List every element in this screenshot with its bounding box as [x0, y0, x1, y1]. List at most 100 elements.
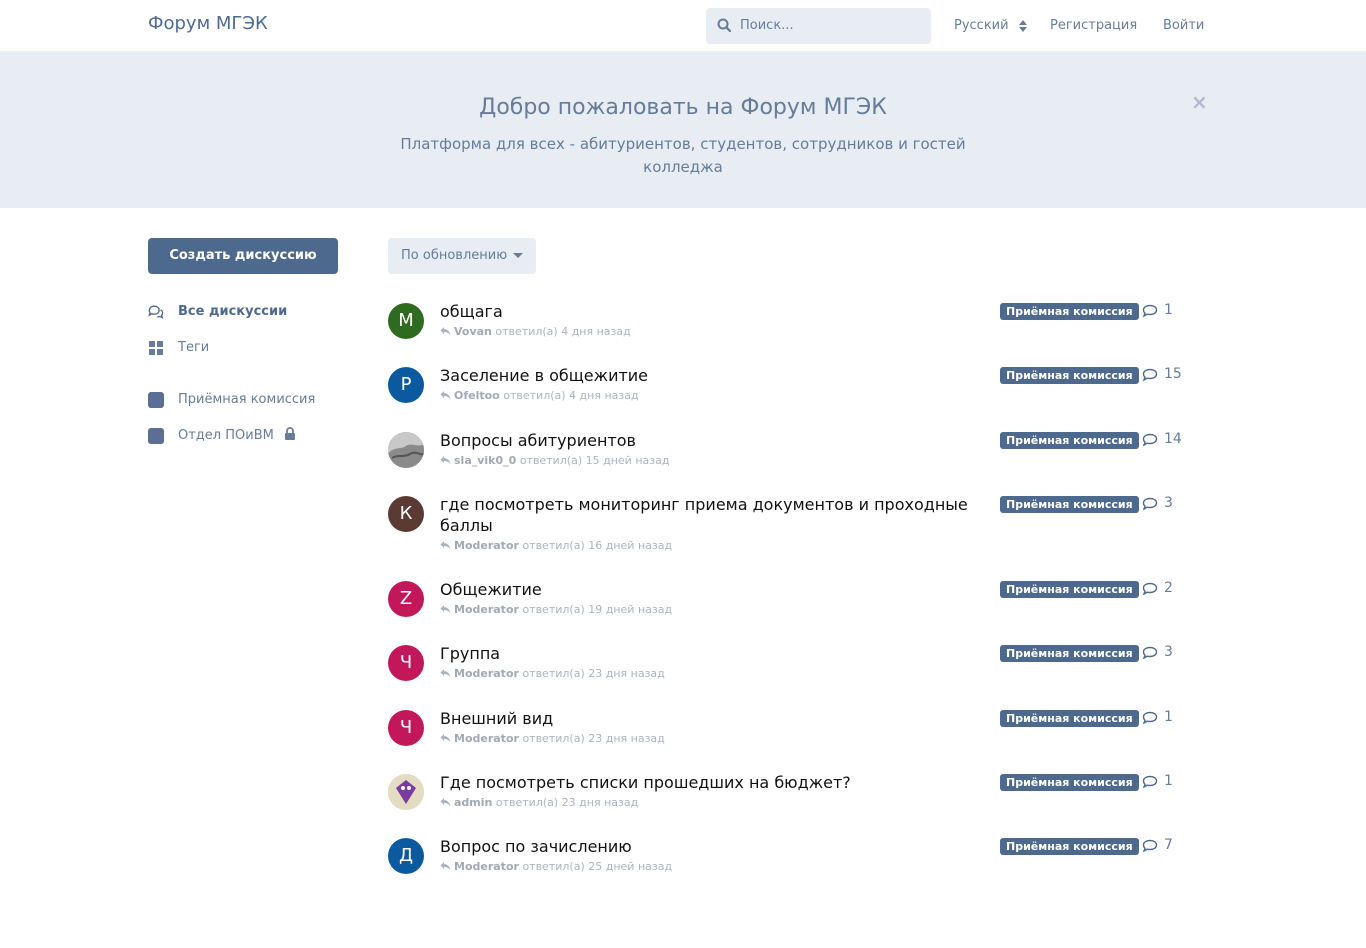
reply-count-number: 3 [1164, 644, 1173, 660]
reply-icon [440, 456, 451, 465]
discussion-item[interactable]: P Заселение в общежитие Ofeltoo ответил(а)… [388, 365, 1206, 415]
avatar[interactable]: Д [388, 838, 424, 874]
discussion-title[interactable]: Внешний вид [440, 708, 980, 729]
discussion-time: ответил(а) 23 дня назад [495, 796, 639, 809]
comment-icon [1142, 839, 1158, 853]
reply-count-number: 2 [1164, 580, 1173, 596]
discussion-time: ответил(а) 4 дня назад [495, 325, 631, 338]
discussion-title[interactable]: Общежитие [440, 579, 980, 600]
tag-badge[interactable]: Приёмная комиссия [1000, 710, 1139, 727]
tag-badge[interactable]: Приёмная комиссия [1000, 303, 1139, 320]
reply-count-number: 7 [1164, 837, 1173, 853]
comment-icon [1142, 304, 1158, 318]
reply-icon [440, 669, 451, 678]
reply-count-number: 14 [1164, 431, 1182, 447]
grid-icon [149, 341, 163, 355]
comment-icon [1142, 497, 1158, 511]
sort-dropdown[interactable]: По обновлению [388, 238, 536, 274]
tag-badge[interactable]: Приёмная комиссия [1000, 367, 1139, 384]
avatar[interactable]: Ч [388, 710, 424, 746]
reply-icon [440, 327, 451, 336]
discussion-user[interactable]: Moderator [454, 603, 519, 616]
tag-badge[interactable]: Приёмная комиссия [1000, 774, 1139, 791]
discussion-user[interactable]: Ofeltoo [454, 389, 500, 402]
login-link[interactable]: Войти [1163, 18, 1204, 33]
discussion-title[interactable]: Группа [440, 643, 980, 664]
discussion-title[interactable]: Заселение в общежитие [440, 365, 980, 386]
avatar[interactable]: P [388, 367, 424, 403]
discussion-user[interactable]: sla_vik0_0 [454, 454, 516, 467]
discussion-user[interactable]: Vovan [454, 325, 492, 338]
tag-badge[interactable]: Приёмная комиссия [1000, 496, 1139, 513]
discussion-title[interactable]: Где посмотреть списки прошедших на бюдже… [440, 772, 980, 793]
comments-icon [148, 305, 164, 319]
language-selector[interactable]: Русский [954, 18, 1027, 33]
avatar[interactable]: К [388, 496, 424, 532]
comment-icon [1142, 582, 1158, 596]
avatar[interactable] [388, 774, 424, 810]
comment-icon [1142, 433, 1158, 447]
discussion-meta: sla_vik0_0 ответил(а) 15 дней назад [440, 454, 669, 467]
discussion-user[interactable]: Moderator [454, 667, 519, 680]
language-label: Русский [954, 18, 1009, 33]
tag-badge[interactable]: Приёмная комиссия [1000, 645, 1139, 662]
avatar[interactable]: Z [388, 581, 424, 617]
discussion-item[interactable]: Д Вопрос по зачислению Moderator ответил(а… [388, 836, 1206, 886]
search-box[interactable]: Поиск... [706, 8, 931, 44]
new-discussion-button[interactable]: Создать дискуссию [148, 238, 338, 274]
reply-icon [440, 605, 451, 614]
discussion-user[interactable]: admin [454, 796, 492, 809]
discussion-meta: admin ответил(а) 23 дня назад [440, 796, 638, 809]
discussion-title[interactable]: Вопросы абитуриентов [440, 430, 980, 451]
sidebar-item-label: Все дискуссии [178, 304, 288, 319]
discussion-item[interactable]: Вопросы абитуриентов sla_vik0_0 ответил(а… [388, 430, 1206, 480]
discussion-meta: Moderator ответил(а) 19 дней назад [440, 603, 672, 616]
discussion-item[interactable]: Ч Внешний вид Moderator ответил(а) 23 дня … [388, 708, 1206, 758]
comment-icon [1142, 368, 1158, 382]
discussion-time: ответил(а) 19 дней назад [522, 603, 673, 616]
tag-badge[interactable]: Приёмная комиссия [1000, 838, 1139, 855]
reply-count-number: 3 [1164, 495, 1173, 511]
caret-down-icon [513, 253, 523, 258]
hero-title: Добро пожаловать на Форум МГЭК [479, 95, 887, 120]
discussion-meta: Ofeltoo ответил(а) 4 дня назад [440, 389, 639, 402]
forum-brand-link[interactable]: Форум МГЭК [148, 13, 268, 34]
hero-subtitle: Платформа для всех - абитуриентов, студе… [400, 135, 966, 176]
sort-label: По обновлению [401, 248, 508, 263]
discussion-user[interactable]: Moderator [454, 539, 519, 552]
avatar[interactable] [388, 432, 424, 468]
discussion-title[interactable]: Вопрос по зачислению [440, 836, 980, 857]
discussion-item[interactable]: Где посмотреть списки прошедших на бюдже… [388, 772, 1206, 822]
tag-color-icon [148, 428, 164, 444]
discussion-title[interactable]: общага [440, 301, 980, 322]
discussion-item[interactable]: Mобщага Vovan ответил(а) 4 дня назад Приём… [388, 301, 1206, 351]
discussion-item[interactable]: Z Общежитие Moderator ответил(а) 19 дней н… [388, 579, 1206, 629]
search-placeholder: Поиск... [740, 18, 794, 33]
discussion-meta: Moderator ответил(а) 23 дня назад [440, 732, 665, 745]
discussion-user[interactable]: Moderator [454, 732, 519, 745]
comment-icon [1142, 775, 1158, 789]
sidebar-item-label: Теги [178, 340, 210, 355]
discussion-meta: Moderator ответил(а) 25 дней назад [440, 860, 672, 873]
reply-icon [440, 798, 451, 807]
discussion-item[interactable]: Ч Группа Moderator ответил(а) 23 дня назад… [388, 643, 1206, 693]
top-header: Форум МГЭК Поиск... Русский Регистрация … [0, 0, 1366, 52]
avatar[interactable]: Ч [388, 645, 424, 681]
close-icon[interactable]: × [1191, 90, 1208, 114]
reply-icon [440, 541, 451, 550]
comment-icon [1142, 646, 1158, 660]
reply-count-number: 1 [1164, 709, 1173, 725]
discussion-meta: Moderator ответил(а) 16 дней назад [440, 539, 672, 552]
avatar[interactable]: M [388, 303, 424, 339]
discussion-user[interactable]: Moderator [454, 860, 519, 873]
register-link[interactable]: Регистрация [1050, 18, 1137, 33]
discussion-item[interactable]: Кгде посмотреть мониторинг приема докуме… [388, 494, 1206, 552]
tag-badge[interactable]: Приёмная комиссия [1000, 432, 1139, 449]
tag-color-icon [148, 392, 164, 408]
discussion-meta: Vovan ответил(а) 4 дня назад [440, 325, 631, 338]
discussion-time: ответил(а) 23 дня назад [522, 667, 665, 680]
lock-icon [285, 427, 295, 440]
reply-count-number: 15 [1164, 366, 1182, 382]
tag-badge[interactable]: Приёмная комиссия [1000, 581, 1139, 598]
discussion-title[interactable]: где посмотреть мониторинг приема докумен… [440, 494, 980, 536]
